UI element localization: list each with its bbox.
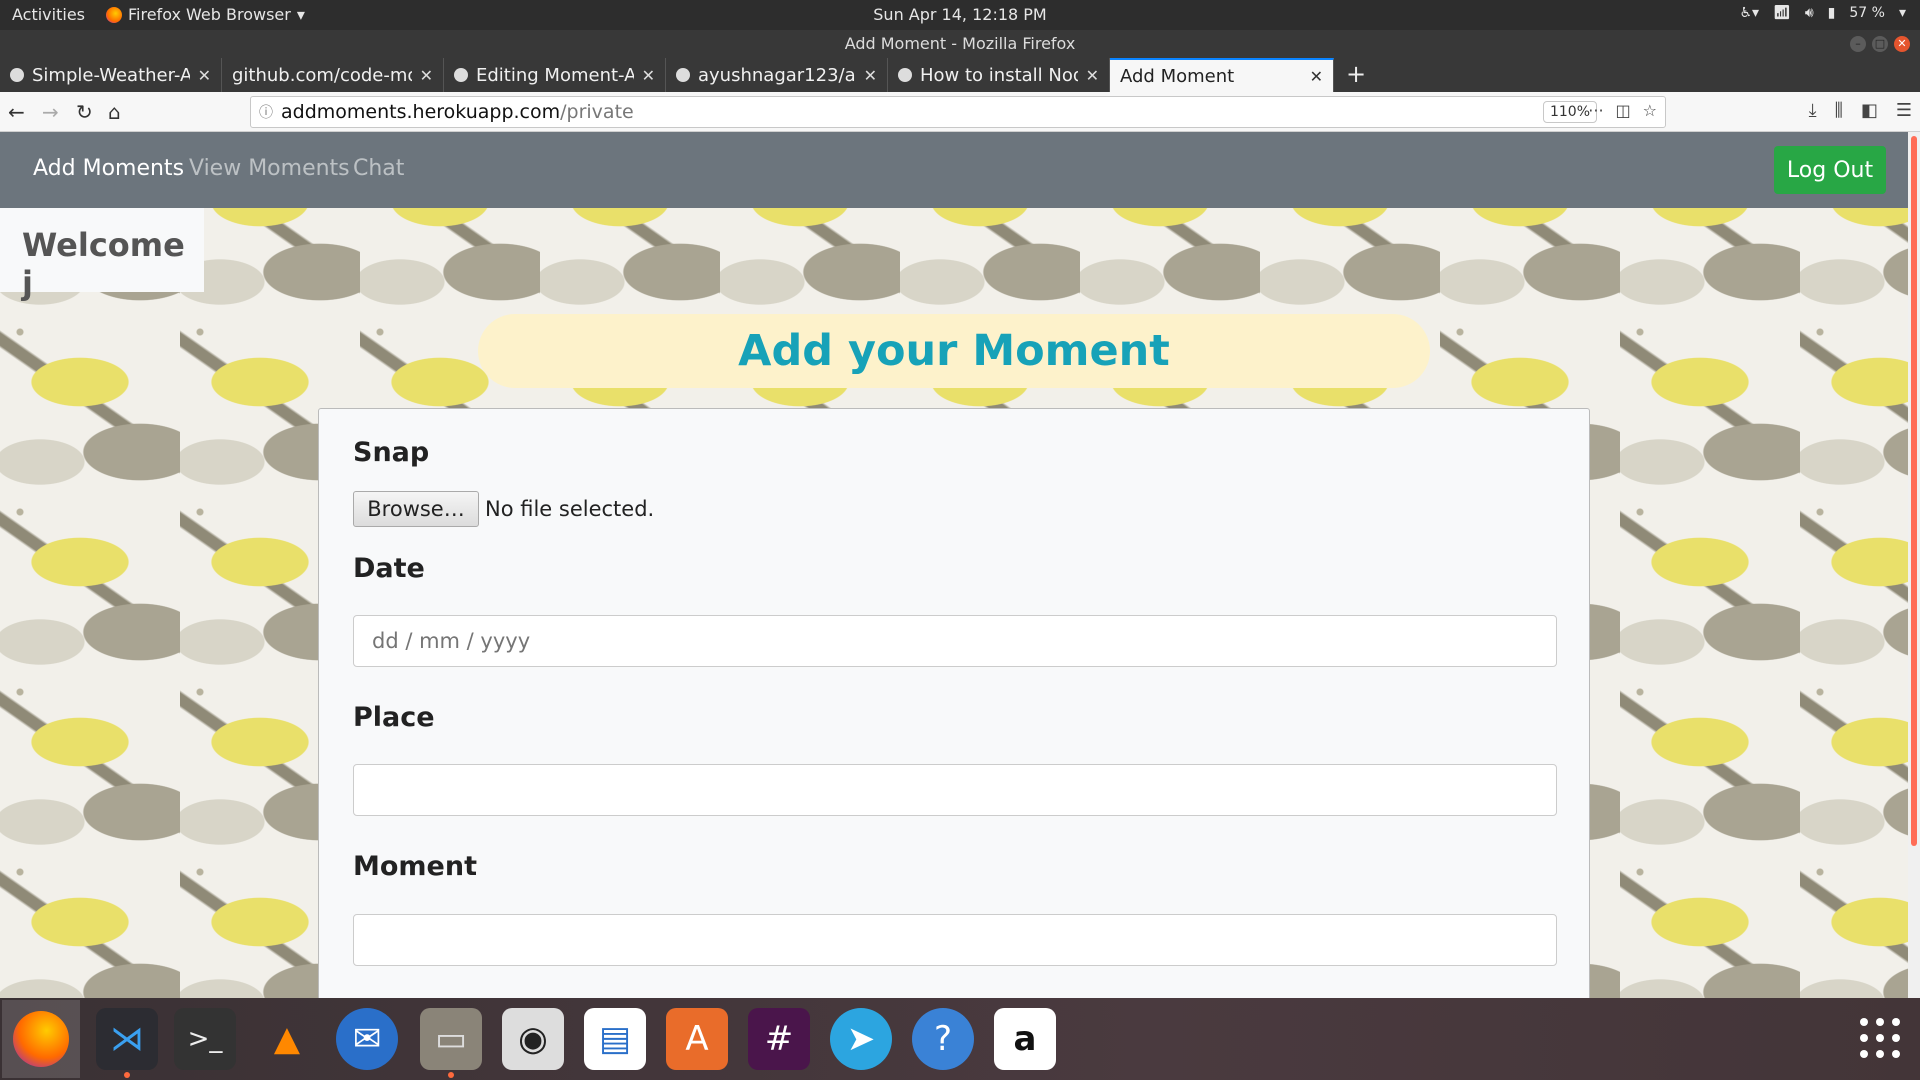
back-button[interactable]: ← xyxy=(8,100,25,124)
rhythmbox-icon[interactable]: ◉ xyxy=(502,1008,564,1070)
dock: ⋊ >_ ▲ ✉ ▭ ◉ ▤ A # ➤ ? a xyxy=(0,998,1920,1080)
browse-button[interactable]: Browse… xyxy=(353,491,479,527)
new-tab-button[interactable]: + xyxy=(1334,58,1378,92)
show-apps-icon[interactable] xyxy=(1860,1018,1902,1060)
place-label: Place xyxy=(353,702,435,733)
moment-label: Moment xyxy=(353,851,477,882)
maximize-button[interactable]: □ xyxy=(1872,36,1888,52)
accessibility-icon: ♿︎▾ xyxy=(1739,5,1760,21)
window-title: Add Moment - Mozilla Firefox xyxy=(844,34,1076,53)
tab-label: Editing Moment-A xyxy=(476,64,634,86)
pocket-icon[interactable]: ◫ xyxy=(1616,101,1631,120)
vlc-icon[interactable]: ▲ xyxy=(256,1008,318,1070)
tab-install-node[interactable]: How to install Nod ✕ xyxy=(888,58,1110,92)
tab-add-moment[interactable]: Add Moment ✕ xyxy=(1110,58,1334,92)
date-label: Date xyxy=(353,553,425,584)
tab-label: How to install Nod xyxy=(920,64,1078,86)
telegram-icon[interactable]: ➤ xyxy=(830,1008,892,1070)
place-input[interactable] xyxy=(353,764,1557,816)
window-title-bar: Add Moment - Mozilla Firefox – □ ✕ xyxy=(0,30,1920,58)
close-window-button[interactable]: ✕ xyxy=(1894,36,1910,52)
volume-icon: 🔊︎ xyxy=(1804,5,1814,21)
home-button[interactable]: ⌂ xyxy=(108,100,121,124)
close-icon[interactable]: ✕ xyxy=(198,66,211,85)
nav-add-moments[interactable]: Add Moments xyxy=(33,156,184,181)
bookmark-star-icon[interactable]: ☆ xyxy=(1643,101,1657,120)
node-icon xyxy=(898,68,912,82)
thunderbird-icon[interactable]: ✉ xyxy=(336,1008,398,1070)
battery-icon: ▮ xyxy=(1827,5,1836,21)
tab-editing-moment[interactable]: Editing Moment-A ✕ xyxy=(444,58,666,92)
nav-view-moments[interactable]: View Moments xyxy=(189,156,350,181)
tab-label: ayushnagar123/as xyxy=(698,64,856,86)
writer-icon[interactable]: ▤ xyxy=(584,1008,646,1070)
download-icon[interactable]: ⤓ xyxy=(1809,100,1817,121)
forward-button[interactable]: → xyxy=(42,100,59,124)
logout-button[interactable]: Log Out xyxy=(1774,146,1886,194)
tab-ayushnagar[interactable]: ayushnagar123/as ✕ xyxy=(666,58,888,92)
close-icon[interactable]: ✕ xyxy=(864,66,877,85)
close-icon[interactable]: ✕ xyxy=(1086,66,1099,85)
url-bar[interactable]: ⓘ addmoments.herokuapp.com/private 110% … xyxy=(250,96,1666,128)
close-icon[interactable]: ✕ xyxy=(1310,67,1323,86)
software-center-icon[interactable]: A xyxy=(666,1008,728,1070)
reload-button[interactable]: ↻ xyxy=(76,100,93,124)
page-title: Add your Moment xyxy=(478,314,1430,388)
terminal-icon[interactable]: >_ xyxy=(174,1008,236,1070)
date-input[interactable] xyxy=(353,615,1557,667)
app-navbar: Add Moments View Moments Chat Log Out xyxy=(0,132,1908,208)
wifi-icon: 📶︎ xyxy=(1773,5,1791,21)
page-scrollbar[interactable] xyxy=(1908,132,1920,998)
tab-label: github.com/code-mor xyxy=(232,64,412,86)
close-icon[interactable]: ✕ xyxy=(642,66,655,85)
github-icon xyxy=(676,68,690,82)
minimize-button[interactable]: – xyxy=(1850,36,1866,52)
files-icon[interactable]: ▭ xyxy=(420,1008,482,1078)
clock[interactable]: Sun Apr 14, 12:18 PM xyxy=(0,5,1920,24)
welcome-heading: Welcome j xyxy=(0,208,204,302)
info-icon[interactable]: ⓘ xyxy=(251,102,281,122)
tab-label: Add Moment xyxy=(1120,65,1235,87)
vscode-icon[interactable]: ⋊ xyxy=(96,1008,158,1078)
snap-label: Snap xyxy=(353,437,430,468)
file-status: No file selected. xyxy=(485,497,655,521)
close-icon[interactable]: ✕ xyxy=(420,66,433,85)
tab-label: Simple-Weather-A xyxy=(32,64,190,86)
library-icon[interactable]: ⫼ xyxy=(1835,100,1843,121)
tab-strip: Simple-Weather-A ✕ github.com/code-mor ✕… xyxy=(0,58,1920,92)
web-page: Add Moments View Moments Chat Log Out We… xyxy=(0,132,1908,998)
status-area[interactable]: ♿︎▾ 📶︎ 🔊︎ ▮ 57 % ▾ xyxy=(1739,5,1906,21)
hamburger-menu-icon[interactable]: ☰ xyxy=(1896,100,1912,121)
page-actions-icon[interactable]: ··· xyxy=(1588,101,1603,120)
slack-icon[interactable]: # xyxy=(748,1008,810,1070)
tab-simple-weather[interactable]: Simple-Weather-A ✕ xyxy=(0,58,222,92)
github-icon xyxy=(10,68,24,82)
amazon-icon[interactable]: a xyxy=(994,1008,1056,1070)
battery-label: 57 % xyxy=(1849,5,1885,21)
help-icon[interactable]: ? xyxy=(912,1008,974,1070)
firefox-icon[interactable] xyxy=(2,1000,80,1078)
system-top-bar: Activities Firefox Web Browser ▾ Sun Apr… xyxy=(0,0,1920,30)
moment-input[interactable] xyxy=(353,914,1557,966)
sidebar-icon[interactable]: ◧ xyxy=(1861,100,1878,121)
github-icon xyxy=(454,68,468,82)
scrollbar-thumb[interactable] xyxy=(1911,136,1917,846)
nav-chat[interactable]: Chat xyxy=(353,156,404,181)
add-moment-form: Snap Browse… No file selected. Date Plac… xyxy=(318,408,1590,998)
chevron-down-icon: ▾ xyxy=(1898,5,1906,21)
navigation-toolbar: ← → ↻ ⌂ ⓘ addmoments.herokuapp.com/priva… xyxy=(0,92,1920,132)
tab-github-code[interactable]: github.com/code-mor ✕ xyxy=(222,58,444,92)
url-path: /private xyxy=(560,101,634,123)
url-host: addmoments.herokuapp.com xyxy=(281,101,561,123)
